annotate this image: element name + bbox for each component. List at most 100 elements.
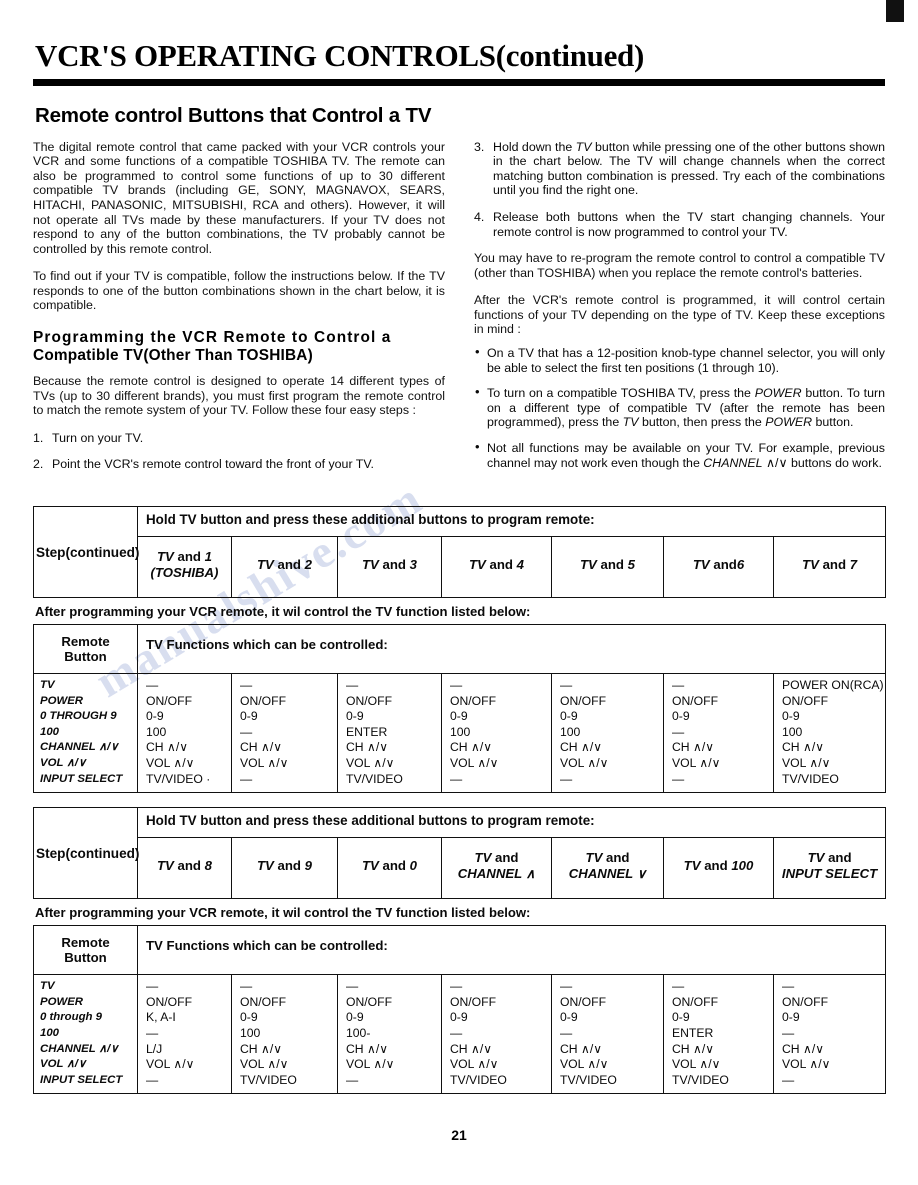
- functions-column-6: — ON/OFF 0-9 — CH ∧/∨ VOL ∧/∨ —: [663, 673, 774, 794]
- combo-and-label: and: [173, 549, 205, 565]
- function-value: —: [450, 1025, 463, 1040]
- function-value: —: [240, 979, 253, 994]
- left-column: The digital remote control that came pac…: [33, 140, 445, 485]
- subsection-heading: Programming the VCR Remote to Control a …: [33, 329, 445, 365]
- combo-key-label: 7: [849, 557, 858, 573]
- function-value: —: [672, 724, 685, 739]
- functions-column-3: — ON/OFF 0-9 ENTER CH ∧/∨ VOL ∧/∨ TV/VID…: [337, 673, 442, 794]
- function-value: 100: [240, 1025, 261, 1040]
- function-value: —: [146, 1025, 159, 1040]
- function-value: —: [346, 1072, 359, 1087]
- bullet-dot-icon: •: [475, 439, 480, 455]
- combo-key-label: 2: [304, 557, 312, 573]
- combo-cell-tv-and-channel-down: TV and CHANNEL ∨: [551, 837, 664, 900]
- combo-key-label: 3: [409, 557, 417, 573]
- function-value: TV/VIDEO: [560, 1072, 617, 1087]
- scan-artifact-mark: [886, 0, 904, 22]
- function-value: 0-9: [672, 1010, 690, 1025]
- functions-column-7: — ON/OFF 0-9 — CH ∧/∨ VOL ∧/∨ —: [773, 974, 886, 1095]
- combo-cell-tv-and-3: TV and 3: [337, 536, 442, 599]
- combo-tv-label: TV: [469, 557, 486, 573]
- function-value: —: [240, 771, 253, 786]
- combo-tv-label: TV: [257, 557, 274, 573]
- remote-button-100: 100: [40, 725, 60, 738]
- function-value: —: [560, 771, 573, 786]
- function-value: VOL ∧/∨: [240, 756, 289, 771]
- bullet-text-post: button.: [812, 415, 854, 430]
- function-value: VOL ∧/∨: [672, 756, 721, 771]
- after-programming-note-1: After programming your VCR remote, it wi…: [35, 604, 531, 620]
- functions-column-2: — ON/OFF 0-9 100 CH ∧/∨ VOL ∧/∨ TV/VIDEO: [231, 974, 338, 1095]
- programming-steps-list: 1. Turn on your TV. 2. Point the VCR's r…: [33, 431, 445, 472]
- combo-cell-tv-and-1: TV and 1 (TOSHIBA): [137, 536, 232, 599]
- combo-and-label: and: [485, 557, 517, 573]
- function-value: 0-9: [782, 709, 800, 724]
- remote-button-header-line2: Button: [64, 649, 107, 665]
- function-value: 0-9: [560, 709, 578, 724]
- combo-cell-tv-and-9: TV and 9: [231, 837, 338, 900]
- function-value: K, A-I: [146, 1010, 176, 1025]
- functions-column-1: — ON/OFF K, A-I — L/J VOL ∧/∨ —: [137, 974, 232, 1095]
- reprogram-paragraph: You may have to re-program the remote co…: [474, 251, 885, 280]
- combo-cell-tv-and-8: TV and 8: [137, 837, 232, 900]
- exceptions-bullet-list: • On a TV that has a 12-position knob-ty…: [474, 344, 885, 470]
- function-value: —: [782, 1025, 795, 1040]
- function-value: ON/OFF: [782, 693, 829, 708]
- function-value: 100-: [346, 1025, 371, 1040]
- after-programming-note-2: After programming your VCR remote, it wi…: [35, 905, 531, 921]
- function-value: 0-9: [146, 709, 164, 724]
- bullet-dot-icon: •: [475, 384, 480, 400]
- function-value: TV/VIDEO: [346, 771, 403, 786]
- combo-and-label: and: [273, 557, 305, 573]
- subsection-heading-line2: Compatible TV(Other Than TOSHIBA): [33, 347, 313, 365]
- function-value: 0-9: [240, 709, 258, 724]
- function-value: CH ∧/∨: [240, 740, 283, 755]
- page-title: VCR'S OPERATING CONTROLS(continued): [35, 38, 645, 73]
- table-row: TV POWER 0 through 9 100 CHANNEL ∧/∨ VOL…: [33, 974, 886, 1095]
- functions-column-2: — ON/OFF 0-9 — CH ∧/∨ VOL ∧/∨ —: [231, 673, 338, 794]
- combo-and-label: and: [596, 557, 628, 573]
- table-row: Remote Button TV Functions which can be …: [33, 624, 886, 675]
- combo-tv-label: TV: [807, 850, 825, 866]
- step-number: 4.: [474, 209, 485, 224]
- function-value: CH ∧/∨: [560, 1041, 603, 1056]
- combo-and-label: and: [824, 850, 852, 866]
- remote-button-0-through-9: 0 through 9: [40, 1011, 103, 1024]
- combo-and-label: and: [700, 858, 732, 874]
- functions-column-5: — ON/OFF 0-9 — CH ∧/∨ VOL ∧/∨ TV/VIDEO: [551, 974, 664, 1095]
- remote-button-vol: VOL ∧/∨: [40, 757, 87, 770]
- function-value: 0-9: [450, 709, 468, 724]
- function-value: ON/OFF: [450, 994, 497, 1009]
- hold-instruction-header: Hold TV button and press these additiona…: [136, 506, 887, 538]
- combo-tv-label: TV: [257, 858, 274, 874]
- combo-cell-tv-and-2: TV and 2: [231, 536, 338, 599]
- remote-button-list: TV POWER 0 through 9 100 CHANNEL ∧/∨ VOL…: [33, 974, 138, 1095]
- remote-button-input-select: INPUT SELECT: [40, 1073, 123, 1086]
- function-value: —: [146, 678, 159, 693]
- bullet-dot-icon: •: [475, 344, 480, 360]
- function-value: —: [346, 678, 359, 693]
- programming-intro-paragraph: Because the remote control is designed t…: [33, 374, 445, 418]
- list-item: 4. Release both buttons when the TV star…: [474, 210, 885, 239]
- combo-key-label: 6: [736, 557, 745, 573]
- function-value: CH ∧/∨: [450, 740, 493, 755]
- combo-cell-tv-and-100: TV and 100: [663, 837, 774, 900]
- function-value: POWER ON(RCA): [782, 678, 884, 693]
- function-value: 0-9: [450, 1010, 468, 1025]
- combo-tv-label: TV: [585, 850, 603, 866]
- title-rule: [33, 78, 885, 86]
- function-value: TV/VIDEO: [782, 771, 839, 786]
- function-value: —: [146, 1072, 159, 1087]
- function-value: VOL ∧/∨: [450, 756, 499, 771]
- function-value: ON/OFF: [346, 994, 393, 1009]
- function-value: 100: [560, 724, 581, 739]
- function-value: ENTER: [672, 1025, 714, 1040]
- function-value: —: [450, 678, 463, 693]
- tv-functions-table-2: Remote Button TV Functions which can be …: [33, 925, 886, 1095]
- combo-cell-tv-and-0: TV and 0: [337, 837, 442, 900]
- combo-and-label: and: [602, 850, 630, 866]
- remote-button-0-through-9: 0 THROUGH 9: [40, 710, 117, 723]
- list-item: 3. Hold down the TV button while pressin…: [474, 140, 885, 198]
- function-value: ON/OFF: [450, 693, 497, 708]
- functions-column-3: — ON/OFF 0-9 100- CH ∧/∨ VOL ∧/∨ —: [337, 974, 442, 1095]
